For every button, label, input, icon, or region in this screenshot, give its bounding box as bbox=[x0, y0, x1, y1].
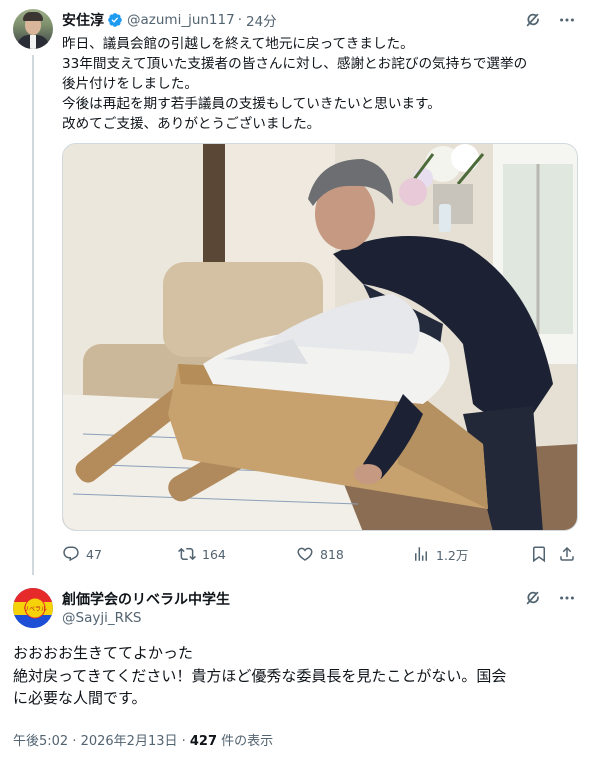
tweet-top-icons bbox=[523, 10, 577, 30]
tweet-text-line: 昨日、議員会館の引越しを終えて地元に戻ってきました。 bbox=[62, 36, 414, 52]
like-count: 818 bbox=[320, 546, 344, 562]
tweet-text-line: 絶対戻ってきてください！貴方ほど優秀な委員長を見たことがない。国会 bbox=[13, 666, 507, 685]
author-name[interactable]: 安住淳 bbox=[62, 10, 104, 30]
views-count[interactable]: 427 bbox=[190, 734, 217, 749]
views-count: 1.2万 bbox=[436, 547, 469, 563]
tweet-text-line: おおおお生きててよかった bbox=[13, 644, 194, 662]
like-button[interactable]: 818 bbox=[296, 542, 344, 566]
tweet-text-line: 今後は再起を期す若手議員の支援もしていきたいと思います。 bbox=[62, 96, 441, 112]
post-time[interactable]: 24分 bbox=[246, 10, 277, 30]
reply-button[interactable]: 47 bbox=[62, 542, 102, 566]
photo-illustration bbox=[63, 144, 577, 530]
avatar-logo-icon: リベラル bbox=[13, 588, 53, 628]
tweet-photo[interactable] bbox=[62, 143, 578, 531]
author-handle[interactable]: @Sayji_RKS bbox=[62, 610, 141, 626]
svg-text:リベラル: リベラル bbox=[23, 606, 47, 613]
tweet-text: おおおお生きててよかった 絶対戻ってきてください！貴方ほど優秀な委員長を見たこと… bbox=[13, 642, 583, 710]
reply-count: 47 bbox=[86, 546, 102, 562]
more-options-icon[interactable] bbox=[557, 10, 577, 30]
tweet-reply[interactable]: リベラル 創価学会のリベラル中学生 @Sayji_RKS おおおお生きててよかっ… bbox=[0, 580, 593, 762]
separator-dot: · bbox=[237, 12, 242, 28]
post-metadata: 午後5:02 · 2026年2月13日 · 427 件の表示 bbox=[13, 730, 273, 749]
grok-icon[interactable] bbox=[523, 10, 543, 30]
thread-connector-line bbox=[32, 55, 34, 575]
heart-icon bbox=[297, 547, 313, 561]
tweet-text-line: に必要な人間です。 bbox=[13, 689, 147, 707]
author-handle[interactable]: @azumi_jun117 bbox=[127, 12, 235, 28]
tweet-main[interactable]: 安住淳 @azumi_jun117 · 24分 昨日、議員会館の引越しを終えて地… bbox=[0, 0, 593, 576]
views-label: 件の表示 bbox=[217, 734, 274, 749]
views-button[interactable]: 1.2万 bbox=[412, 542, 468, 566]
author-avatar[interactable] bbox=[13, 9, 53, 49]
tweet-text: 昨日、議員会館の引越しを終えて地元に戻ってきました。 33年間支えて頂いた支援者… bbox=[62, 34, 582, 134]
more-options-icon[interactable] bbox=[557, 588, 577, 608]
retweet-icon bbox=[178, 547, 196, 561]
share-button[interactable] bbox=[558, 542, 576, 566]
bookmark-icon bbox=[533, 546, 545, 563]
tweet-header: 安住淳 @azumi_jun117 · 24分 bbox=[62, 10, 277, 30]
tweet-text-line: 33年間支えて頂いた支援者の皆さんに対し、感謝とお詫びの気持ちで選挙の bbox=[62, 56, 528, 72]
post-timestamp[interactable]: 午後5:02 · 2026年2月13日 · bbox=[13, 734, 190, 749]
avatar-shirt bbox=[30, 35, 36, 49]
analytics-icon bbox=[415, 547, 427, 561]
author-avatar[interactable]: リベラル bbox=[13, 588, 53, 628]
tweet-actions: 47 164 818 1.2万 bbox=[62, 542, 582, 566]
tweet-text-line: 後片付けをしました。 bbox=[62, 76, 198, 92]
tweet-top-icons bbox=[523, 588, 577, 608]
tweet-text-line: 改めてご支援、ありがとうございました。 bbox=[62, 116, 321, 132]
share-icon bbox=[560, 546, 574, 561]
verified-badge-icon bbox=[107, 12, 123, 28]
retweet-button[interactable]: 164 bbox=[178, 542, 226, 566]
reply-icon bbox=[63, 546, 79, 562]
author-name[interactable]: 創価学会のリベラル中学生 bbox=[62, 589, 230, 609]
grok-icon[interactable] bbox=[523, 588, 543, 608]
bookmark-button[interactable] bbox=[530, 542, 548, 566]
avatar-hair bbox=[23, 12, 43, 21]
retweet-count: 164 bbox=[202, 546, 226, 562]
